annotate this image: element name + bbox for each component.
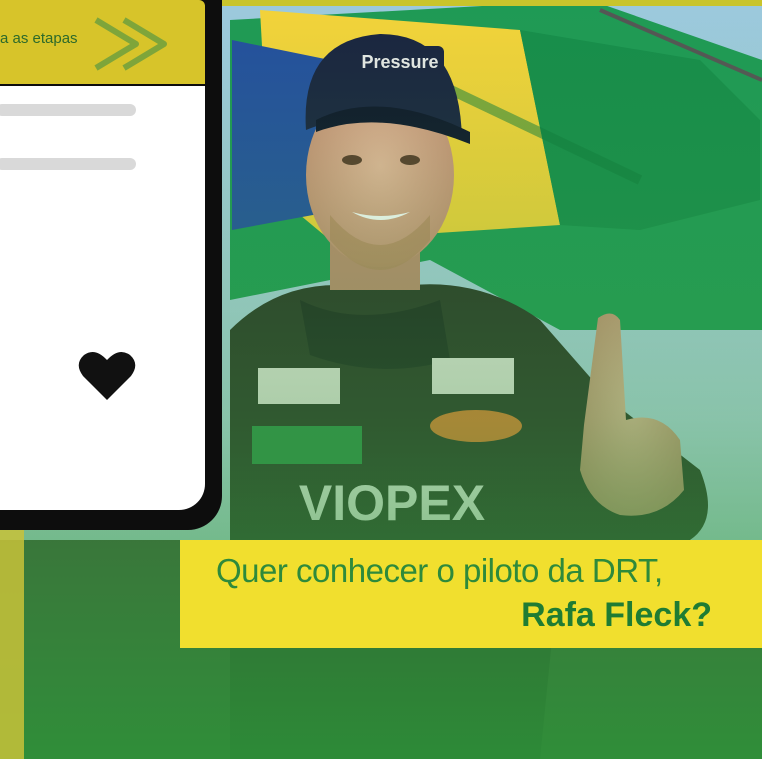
header-label: a as etapas (0, 30, 78, 47)
caption-question: Quer conhecer o piloto da DRT, (216, 552, 663, 589)
card-header: a as etapas (0, 0, 205, 84)
caption-box: Quer conhecer o piloto da DRT, Rafa Flec… (180, 540, 762, 648)
card-body (0, 86, 205, 510)
text-placeholder-line (0, 158, 136, 170)
caption-driver-name: Rafa Fleck? (521, 596, 712, 634)
instagram-post: VIOPEX Pressure a as etapas (0, 0, 762, 759)
text-placeholder-line (0, 104, 136, 116)
phone-frame: a as etapas (0, 0, 222, 530)
heart-icon[interactable] (78, 350, 136, 402)
chevron-right-icon (94, 17, 167, 71)
